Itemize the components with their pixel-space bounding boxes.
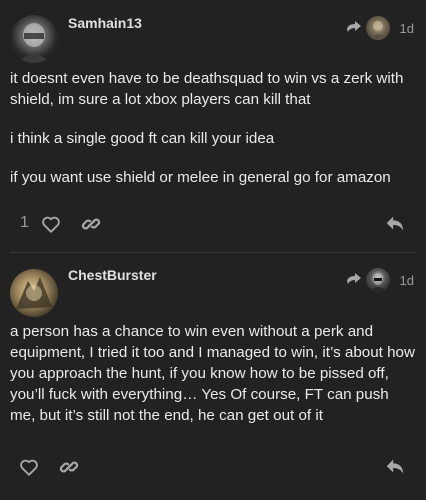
reply-to-avatar xyxy=(365,16,390,40)
username[interactable]: ChestBurster xyxy=(68,267,157,283)
link-icon[interactable] xyxy=(80,213,102,235)
avatar[interactable] xyxy=(10,269,58,317)
reply-icon[interactable] xyxy=(384,213,406,235)
reply-to-avatar xyxy=(365,268,390,292)
reply-to-indicator[interactable]: 1d xyxy=(346,268,414,292)
post-age[interactable]: 1d xyxy=(400,273,414,288)
like-count[interactable]: 1 xyxy=(20,214,29,232)
reply-arrow-icon xyxy=(346,273,362,287)
reply-arrow-icon xyxy=(346,21,362,35)
post: Samhain13 1d it doesnt even have to be d… xyxy=(0,0,426,252)
post: ChestBurster 1d a person has a chance to… xyxy=(0,253,426,500)
post-actions: 1 xyxy=(0,209,426,239)
post-body: a person has a chance to win even withou… xyxy=(10,321,416,444)
avatar[interactable] xyxy=(10,15,58,63)
post-age[interactable]: 1d xyxy=(400,21,414,36)
username[interactable]: Samhain13 xyxy=(68,15,142,31)
post-paragraph: it doesnt even have to be deathsquad to … xyxy=(10,70,404,108)
post-paragraph: i think a single good ft can kill your i… xyxy=(10,130,275,147)
link-icon[interactable] xyxy=(58,456,80,478)
post-paragraph: if you want use shield or melee in gener… xyxy=(10,169,391,186)
post-paragraph: a person has a chance to win even withou… xyxy=(10,323,415,424)
heart-icon[interactable] xyxy=(40,213,62,235)
post-actions xyxy=(0,452,426,482)
reply-to-indicator[interactable]: 1d xyxy=(346,16,414,40)
heart-icon[interactable] xyxy=(18,456,40,478)
post-body: it doesnt even have to be deathsquad to … xyxy=(10,68,416,206)
reply-icon[interactable] xyxy=(384,456,406,478)
